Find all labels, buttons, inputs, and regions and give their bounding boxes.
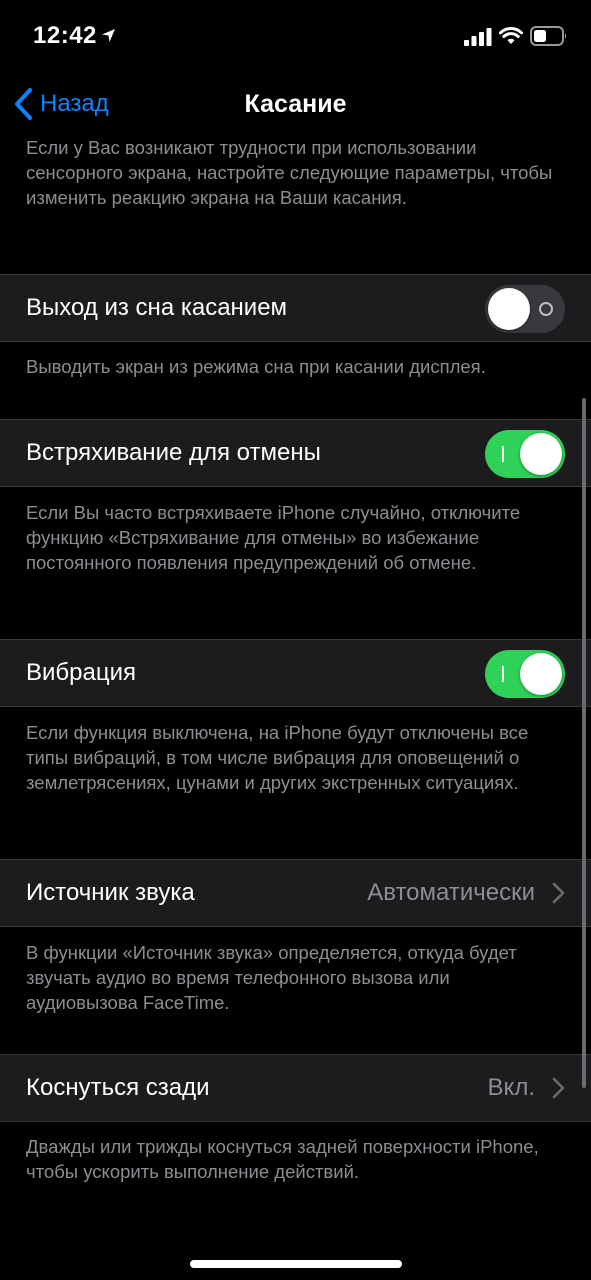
back-tap-label: Коснуться сзади bbox=[26, 1074, 210, 1101]
status-bar: 12:42 bbox=[0, 0, 591, 74]
toggle-on-icon bbox=[502, 446, 504, 462]
back-tap-description: Дважды или трижды коснуться задней повер… bbox=[26, 1136, 539, 1182]
tap-to-wake-label: Выход из сна касанием bbox=[26, 294, 288, 321]
shake-to-undo-label: Встряхивание для отмены bbox=[26, 439, 321, 466]
audio-routing-value: Автоматически bbox=[367, 879, 535, 906]
status-time: 12:42 bbox=[33, 22, 97, 49]
battery-icon bbox=[530, 26, 567, 46]
wifi-icon bbox=[499, 27, 523, 44]
toggle-off-icon bbox=[539, 302, 553, 316]
intro-description: Если у Вас возникают трудности при испол… bbox=[26, 138, 553, 208]
shake-to-undo-row: Встряхивание для отмены bbox=[0, 419, 591, 487]
toggle-knob bbox=[488, 288, 530, 330]
settings-list[interactable]: Если у Вас возникают трудности при испол… bbox=[0, 138, 591, 1280]
home-indicator[interactable] bbox=[190, 1260, 402, 1268]
signal-icon bbox=[464, 28, 492, 46]
shake-to-undo-description: Если Вы часто встряхиваете iPhone случай… bbox=[26, 502, 521, 573]
chevron-right-icon bbox=[552, 1077, 565, 1099]
vibration-label: Вибрация bbox=[26, 659, 137, 686]
page-title: Касание bbox=[244, 90, 347, 118]
vibration-description: Если функция выключена, на iPhone будут … bbox=[26, 722, 529, 793]
tap-to-wake-toggle[interactable] bbox=[485, 285, 565, 333]
back-tap-value: Вкл. bbox=[487, 1074, 535, 1101]
audio-routing-row[interactable]: Источник звука Автоматически bbox=[0, 859, 591, 927]
audio-routing-description: В функции «Источник звука» определяется,… bbox=[26, 942, 517, 1013]
toggle-knob bbox=[520, 653, 562, 695]
toggle-knob bbox=[520, 433, 562, 475]
tap-to-wake-row: Выход из сна касанием bbox=[0, 274, 591, 342]
shake-to-undo-toggle[interactable] bbox=[485, 430, 565, 478]
tap-to-wake-description: Выводить экран из режима сна при касании… bbox=[26, 356, 486, 377]
chevron-right-icon bbox=[552, 882, 565, 904]
back-tap-row[interactable]: Коснуться сзади Вкл. bbox=[0, 1054, 591, 1122]
location-arrow-icon bbox=[102, 29, 115, 42]
audio-routing-label: Источник звука bbox=[26, 879, 195, 906]
vibration-row: Вибрация bbox=[0, 639, 591, 707]
scrollbar[interactable] bbox=[582, 398, 586, 1088]
toggle-on-icon bbox=[502, 666, 504, 682]
navigation-bar: Назад Касание bbox=[0, 74, 591, 138]
vibration-toggle[interactable] bbox=[485, 650, 565, 698]
